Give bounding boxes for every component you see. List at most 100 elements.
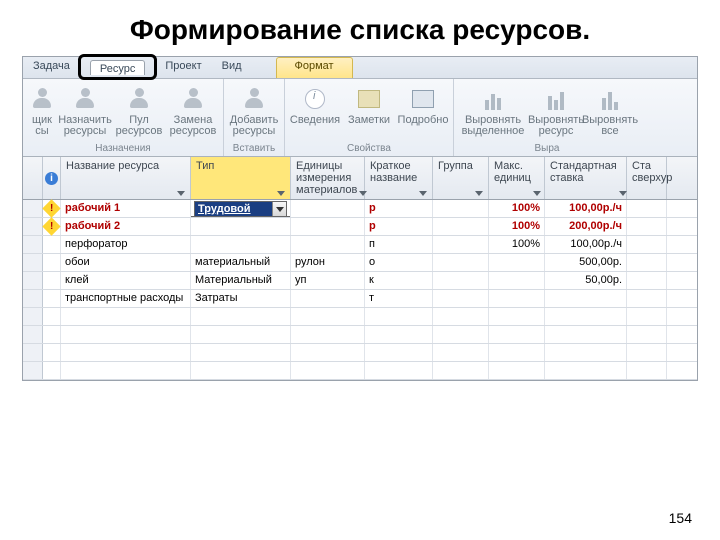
- column-header-short[interactable]: Краткое название: [365, 157, 433, 199]
- row-header[interactable]: [23, 344, 43, 361]
- cell-rate[interactable]: [545, 344, 627, 361]
- table-row-empty[interactable]: [23, 308, 697, 326]
- cell-type[interactable]: ТрудовойТрудовойМатериальныйЗатраты: [191, 200, 291, 217]
- cell-short[interactable]: р: [365, 200, 433, 217]
- row-header[interactable]: [23, 254, 43, 271]
- ribbon-btn-replace[interactable]: Замена ресурсов: [167, 83, 219, 139]
- row-header[interactable]: [23, 308, 43, 325]
- cell-over[interactable]: [627, 362, 667, 379]
- row-header[interactable]: [23, 236, 43, 253]
- cell-overtime[interactable]: [627, 236, 667, 253]
- cell-rate[interactable]: 50,00р.: [545, 272, 627, 289]
- cell-name[interactable]: обои: [61, 254, 191, 271]
- cell-rate[interactable]: 200,00р./ч: [545, 218, 627, 235]
- cell-rate[interactable]: [545, 362, 627, 379]
- cell-max[interactable]: [489, 362, 545, 379]
- row-header[interactable]: [23, 362, 43, 379]
- cell-short[interactable]: [365, 362, 433, 379]
- cell-short[interactable]: [365, 326, 433, 343]
- cell-group[interactable]: [433, 308, 489, 325]
- ribbon-btn-level-resource[interactable]: Выровнять ресурс: [530, 83, 582, 139]
- ribbon-btn-assign[interactable]: Назначить ресурсы: [59, 83, 111, 139]
- cell-group[interactable]: [433, 218, 489, 235]
- tab-project[interactable]: Проект: [155, 57, 211, 78]
- cell-name[interactable]: транспортные расходы: [61, 290, 191, 307]
- cell-rate[interactable]: 100,00р./ч: [545, 200, 627, 217]
- cell-type[interactable]: [191, 308, 291, 325]
- cell-max[interactable]: 100%: [489, 200, 545, 217]
- table-row[interactable]: обоиматериальныйрулоно500,00р.: [23, 254, 697, 272]
- chevron-down-icon[interactable]: [272, 202, 286, 216]
- row-header[interactable]: [23, 272, 43, 289]
- table-row-empty[interactable]: [23, 326, 697, 344]
- cell-rate[interactable]: 500,00р.: [545, 254, 627, 271]
- cell-unit[interactable]: рулон: [291, 254, 365, 271]
- ribbon-btn-pool[interactable]: Пул ресурсов: [113, 83, 165, 139]
- ribbon-btn-info[interactable]: Сведения: [289, 83, 341, 128]
- cell-name[interactable]: перфоратор: [61, 236, 191, 253]
- cell-unit[interactable]: [291, 200, 365, 217]
- ribbon-btn-partial[interactable]: щик сы: [27, 83, 57, 139]
- column-header-type[interactable]: Тип: [191, 157, 291, 199]
- type-select-box[interactable]: Трудовой: [194, 201, 287, 217]
- cell-group[interactable]: [433, 326, 489, 343]
- tab-resource[interactable]: Ресурс: [90, 60, 145, 75]
- cell-unit[interactable]: [291, 326, 365, 343]
- table-row[interactable]: транспортные расходыЗатраты т: [23, 290, 697, 308]
- cell-unit[interactable]: [291, 344, 365, 361]
- cell-name[interactable]: [61, 344, 191, 361]
- cell-over[interactable]: [627, 344, 667, 361]
- column-header-rate[interactable]: Стандартная ставка: [545, 157, 627, 199]
- cell-max[interactable]: [489, 308, 545, 325]
- cell-overtime[interactable]: [627, 290, 667, 307]
- cell-type[interactable]: [191, 344, 291, 361]
- cell-unit[interactable]: [291, 362, 365, 379]
- row-header[interactable]: [23, 218, 43, 235]
- cell-unit[interactable]: [291, 236, 365, 253]
- cell-rate[interactable]: [545, 308, 627, 325]
- cell-name[interactable]: [61, 326, 191, 343]
- cell-unit[interactable]: [291, 308, 365, 325]
- column-header-name[interactable]: Название ресурса: [61, 157, 191, 199]
- cell-type[interactable]: материальный: [191, 254, 291, 271]
- cell-name[interactable]: рабочий 1: [61, 200, 191, 217]
- cell-max[interactable]: [489, 290, 545, 307]
- cell-short[interactable]: [365, 308, 433, 325]
- tab-task[interactable]: Задача: [23, 57, 80, 78]
- ribbon-btn-notes[interactable]: Заметки: [343, 83, 395, 128]
- column-header-overtime[interactable]: Ста сверхур: [627, 157, 667, 199]
- cell-overtime[interactable]: [627, 218, 667, 235]
- tab-view[interactable]: Вид: [212, 57, 252, 78]
- cell-group[interactable]: [433, 272, 489, 289]
- cell-type[interactable]: [191, 326, 291, 343]
- row-header[interactable]: [23, 290, 43, 307]
- table-row[interactable]: перфораторп100%100,00р./ч: [23, 236, 697, 254]
- column-header-unit[interactable]: Единицы измерения материалов: [291, 157, 365, 199]
- cell-short[interactable]: [365, 344, 433, 361]
- cell-type[interactable]: [191, 218, 291, 235]
- table-row[interactable]: !рабочий 2р100%200,00р./ч: [23, 218, 697, 236]
- cell-name[interactable]: [61, 362, 191, 379]
- cell-over[interactable]: [627, 308, 667, 325]
- cell-overtime[interactable]: [627, 254, 667, 271]
- cell-rate[interactable]: [545, 290, 627, 307]
- cell-group[interactable]: [433, 362, 489, 379]
- table-row-empty[interactable]: [23, 362, 697, 380]
- column-header-max[interactable]: Макс. единиц: [489, 157, 545, 199]
- ribbon-btn-add[interactable]: Добавить ресурсы: [228, 83, 280, 139]
- cell-max[interactable]: 100%: [489, 218, 545, 235]
- cell-type[interactable]: Материальный: [191, 272, 291, 289]
- cell-over[interactable]: [627, 326, 667, 343]
- cell-name[interactable]: клей: [61, 272, 191, 289]
- cell-short[interactable]: р: [365, 218, 433, 235]
- cell-group[interactable]: [433, 236, 489, 253]
- cell-short[interactable]: т: [365, 290, 433, 307]
- cell-short[interactable]: к: [365, 272, 433, 289]
- cell-group[interactable]: [433, 254, 489, 271]
- ribbon-btn-level-selection[interactable]: Выровнять выделенное: [458, 83, 528, 139]
- tab-format[interactable]: Формат: [276, 57, 353, 78]
- cell-type[interactable]: Затраты: [191, 290, 291, 307]
- cell-max[interactable]: [489, 254, 545, 271]
- cell-rate[interactable]: 100,00р./ч: [545, 236, 627, 253]
- cell-max[interactable]: 100%: [489, 236, 545, 253]
